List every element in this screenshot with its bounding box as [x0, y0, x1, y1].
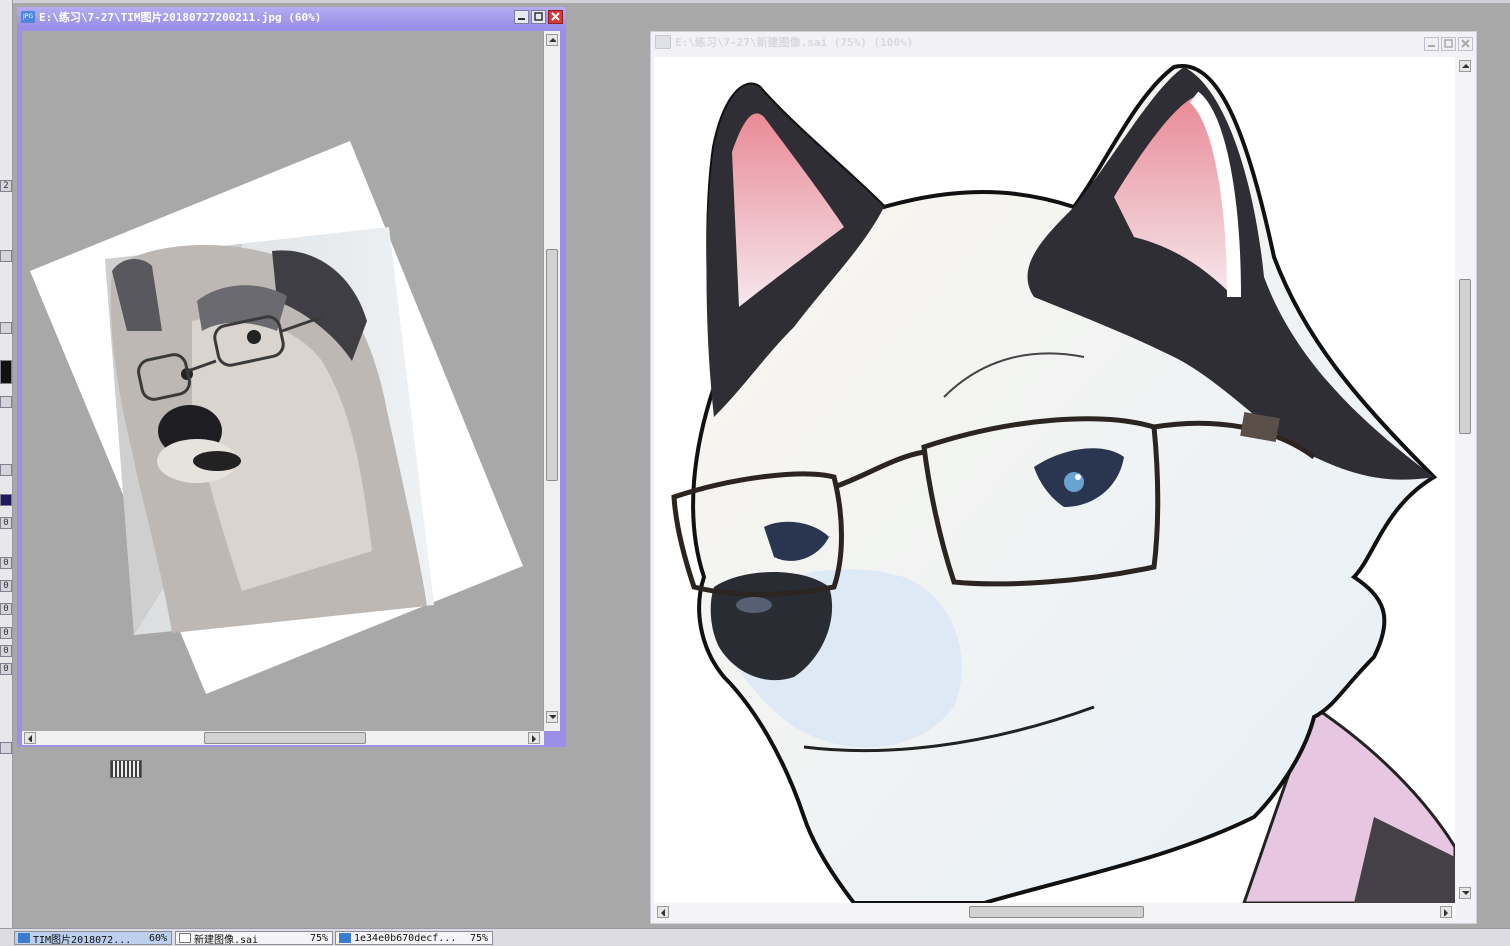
arrow-up-icon — [549, 38, 556, 42]
tab-filename: TIM图片2018072... — [33, 934, 132, 946]
scroll-right-button[interactable] — [1440, 906, 1452, 918]
sai-file-icon — [655, 35, 671, 49]
minimize-button[interactable] — [514, 10, 529, 24]
maximize-icon — [1444, 39, 1453, 48]
tool-button[interactable] — [0, 742, 12, 754]
minimize-icon — [518, 18, 525, 20]
scroll-thumb[interactable] — [1459, 279, 1471, 434]
close-icon — [551, 12, 560, 21]
drawing-canvas[interactable] — [654, 57, 1455, 903]
top-edge — [12, 0, 1510, 3]
arrow-right-icon — [532, 735, 536, 742]
scroll-down-button[interactable] — [1459, 887, 1471, 899]
slider-value[interactable]: 0 — [0, 580, 12, 592]
husky-illustration — [671, 63, 1455, 903]
close-button[interactable] — [548, 10, 563, 24]
color-swatch[interactable] — [0, 360, 12, 384]
slider-value[interactable]: 0 — [0, 557, 12, 569]
taskbar-tab[interactable]: TIM图片2018072... 60% — [14, 931, 172, 946]
scroll-down-button[interactable] — [546, 711, 558, 723]
slider-value[interactable]: 0 — [0, 517, 12, 529]
scroll-left-button[interactable] — [657, 906, 669, 918]
maximize-button[interactable] — [531, 10, 546, 24]
window-title: E:\练习\7-27\新建图像.sai (75%) (100%) — [675, 36, 914, 49]
arrow-down-icon — [1462, 891, 1469, 895]
slider-value[interactable]: 0 — [0, 663, 12, 675]
slider-value[interactable]: 0 — [0, 645, 12, 657]
tab-zoom: 60% — [148, 932, 167, 944]
window-title: E:\练习\7-27\TIM图片20180727200211.jpg (60%) — [39, 11, 322, 24]
drawing-vertical-scrollbar[interactable] — [1456, 57, 1474, 903]
drawing-window-titlebar[interactable]: E:\练习\7-27\新建图像.sai (75%) (100%) — [651, 32, 1476, 52]
tool-button[interactable] — [0, 322, 12, 334]
scroll-thumb[interactable] — [969, 906, 1144, 918]
photo-horizontal-scrollbar[interactable] — [22, 731, 544, 745]
arrow-up-icon — [1462, 64, 1469, 68]
taskbar-tab[interactable]: 1e34e0b670decf... 75% — [335, 931, 493, 945]
drawing-horizontal-scrollbar[interactable] — [654, 903, 1456, 921]
slider-value[interactable]: 0 — [0, 627, 12, 639]
scroll-right-button[interactable] — [528, 732, 540, 744]
document-taskbar: TIM图片2018072... 60% 新建图像.sai 75% 1e34e0b… — [0, 928, 1510, 946]
photo-vertical-scrollbar[interactable] — [544, 31, 560, 731]
minimize-icon — [1428, 45, 1435, 47]
arrow-right-icon — [1444, 909, 1448, 916]
jpg-file-icon — [339, 933, 351, 943]
tool-panel-edge: 2 0 0 0 0 0 0 0 — [0, 0, 13, 930]
slider-value[interactable]: 0 — [0, 603, 12, 615]
scroll-up-button[interactable] — [546, 34, 558, 46]
photo-window[interactable]: JPG E:\练习\7-27\TIM图片20180727200211.jpg (… — [17, 7, 566, 747]
maximize-button[interactable] — [1441, 37, 1456, 51]
color-swatch[interactable] — [0, 494, 12, 506]
navigator-thumbnail[interactable] — [110, 760, 142, 778]
drawing-window[interactable]: E:\练习\7-27\新建图像.sai (75%) (100%) — [650, 31, 1477, 924]
tool-button[interactable] — [0, 396, 12, 408]
scroll-up-button[interactable] — [1459, 60, 1471, 72]
photo-canvas[interactable] — [22, 31, 543, 731]
maximize-icon — [534, 12, 543, 21]
tool-button[interactable] — [0, 464, 12, 476]
tool-button[interactable] — [0, 250, 12, 262]
jpg-file-icon — [18, 933, 30, 943]
dog-photo — [30, 141, 523, 694]
jpg-file-icon: JPG — [21, 11, 35, 23]
arrow-left-icon — [28, 735, 32, 742]
tab-filename: 1e34e0b670decf... — [354, 932, 457, 944]
tool-label: 2 — [0, 180, 12, 192]
close-button[interactable] — [1458, 37, 1473, 51]
arrow-down-icon — [549, 715, 556, 719]
tab-zoom: 75% — [469, 932, 488, 944]
close-icon — [1461, 39, 1470, 48]
doc-file-icon — [179, 933, 191, 943]
photo-window-titlebar[interactable]: JPG E:\练习\7-27\TIM图片20180727200211.jpg (… — [17, 7, 566, 27]
taskbar-tab[interactable]: 新建图像.sai 75% — [175, 931, 333, 946]
scroll-thumb[interactable] — [546, 249, 558, 481]
tab-zoom: 75% — [309, 932, 328, 944]
minimize-button[interactable] — [1424, 37, 1439, 51]
tab-filename: 新建图像.sai — [194, 934, 259, 946]
scroll-left-button[interactable] — [24, 732, 36, 744]
arrow-left-icon — [661, 909, 665, 916]
scroll-thumb[interactable] — [204, 732, 366, 744]
